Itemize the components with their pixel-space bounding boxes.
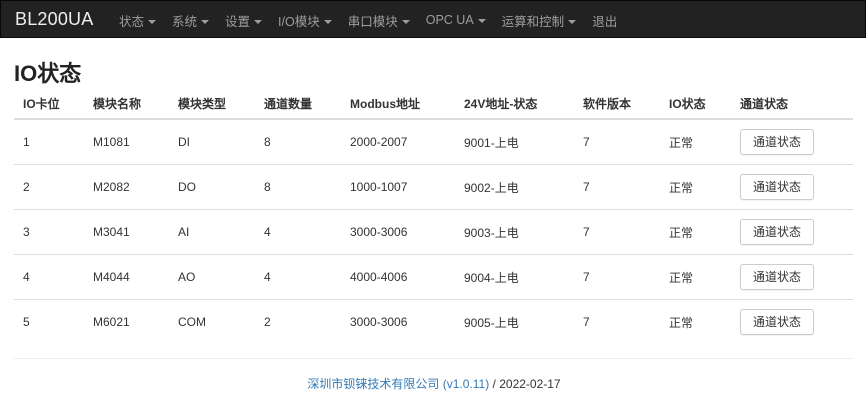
nav-item-5[interactable]: OPC UA — [426, 13, 486, 27]
io-status-table: IO卡位 模块名称 模块类型 通道数量 Modbus地址 24V地址-状态 软件版本 IO状态… — [14, 88, 853, 344]
footer-version: (v1.0.11) — [442, 377, 490, 391]
cell-io-status: 正常 — [660, 118, 731, 165]
cell-name: M2082 — [84, 164, 169, 210]
cell-slot: 1 — [14, 118, 84, 165]
column-header: 软件版本 — [574, 88, 660, 120]
caret-down-icon — [568, 20, 577, 25]
cell-name: M4044 — [84, 254, 169, 300]
column-header: IO卡位 — [14, 88, 84, 120]
cell-channels: 8 — [255, 118, 341, 165]
cell-type: AO — [169, 254, 255, 300]
cell-power: 9002-上电 — [455, 164, 574, 210]
footer-date: 2022-02-17 — [499, 377, 561, 391]
cell-power: 9003-上电 — [455, 209, 574, 255]
channel-status-button[interactable]: 通道状态 — [740, 129, 815, 155]
table-row: 4 M4044 AO 4 4000-4006 9004-上电 7 正常 通道状态 — [14, 254, 853, 300]
cell-io-status: 正常 — [660, 299, 731, 344]
column-header: Modbus地址 — [341, 88, 455, 120]
cell-io-status: 正常 — [660, 209, 731, 255]
cell-version: 7 — [574, 209, 660, 255]
caret-down-icon — [323, 20, 332, 25]
cell-channels: 4 — [255, 209, 341, 255]
cell-slot: 5 — [14, 299, 84, 344]
nav-item-label: 退出 — [592, 14, 618, 29]
channel-status-button[interactable]: 通道状态 — [740, 174, 815, 200]
cell-action: 通道状态 — [731, 299, 853, 344]
nav-item-4[interactable]: 串口模块 — [348, 11, 410, 30]
column-header: 模块名称 — [84, 88, 169, 120]
cell-action: 通道状态 — [731, 164, 853, 210]
cell-type: AI — [169, 209, 255, 255]
nav-item-3[interactable]: I/O模块 — [278, 11, 332, 30]
caret-down-icon — [477, 18, 486, 23]
cell-io-status: 正常 — [660, 164, 731, 210]
cell-version: 7 — [574, 299, 660, 344]
footer-company-link[interactable]: 深圳市钡铼技术有限公司 (v1.0.11) — [307, 377, 492, 391]
cell-version: 7 — [574, 164, 660, 210]
nav-item-label: 串口模块 — [347, 14, 398, 29]
column-header: 24V地址-状态 — [455, 88, 574, 120]
table-row: 3 M3041 AI 4 3000-3006 9003-上电 7 正常 通道状态 — [14, 209, 853, 255]
nav-item-label: OPC UA — [425, 13, 474, 27]
cell-modbus: 3000-3006 — [341, 209, 455, 255]
cell-power: 9001-上电 — [455, 118, 574, 165]
cell-action: 通道状态 — [731, 118, 853, 165]
column-header: 通道数量 — [255, 88, 341, 120]
channel-status-button[interactable]: 通道状态 — [740, 219, 815, 245]
footer: 深圳市钡铼技术有限公司 (v1.0.11) / 2022-02-17 — [0, 375, 868, 392]
table-row: 1 M1081 DI 8 2000-2007 9001-上电 7 正常 通道状态 — [14, 118, 853, 165]
cell-version: 7 — [574, 254, 660, 300]
nav-item-label: 运算和控制 — [501, 14, 565, 29]
cell-action: 通道状态 — [731, 254, 853, 300]
cell-slot: 2 — [14, 164, 84, 210]
cell-type: DO — [169, 164, 255, 210]
footer-divider — [14, 358, 853, 359]
nav-item-label: 设置 — [225, 14, 251, 29]
cell-name: M6021 — [84, 299, 169, 344]
cell-modbus: 1000-1007 — [341, 164, 455, 210]
caret-down-icon — [254, 20, 263, 25]
nav-item-1[interactable]: 系统 — [172, 11, 210, 30]
caret-down-icon — [201, 20, 210, 25]
column-header: 模块类型 — [169, 88, 255, 120]
top-navbar: BL200UA 状态 系统 设置 I/O模块 串口模块 OPC UA 运算和控制 退出 — [0, 0, 866, 38]
cell-channels: 4 — [255, 254, 341, 300]
footer-company: 深圳市钡铼技术有限公司 — [307, 377, 440, 391]
nav-menu: 状态 系统 设置 I/O模块 串口模块 OPC UA 运算和控制 退出 — [119, 1, 633, 39]
cell-io-status: 正常 — [660, 254, 731, 300]
nav-item-label: I/O模块 — [278, 14, 320, 29]
nav-item-2[interactable]: 设置 — [225, 11, 263, 30]
caret-down-icon — [148, 20, 157, 25]
cell-name: M3041 — [84, 209, 169, 255]
table-row: 2 M2082 DO 8 1000-1007 9002-上电 7 正常 通道状态 — [14, 164, 853, 210]
cell-modbus: 3000-3006 — [341, 299, 455, 344]
nav-item-label: 状态 — [119, 14, 145, 29]
channel-status-button[interactable]: 通道状态 — [740, 264, 815, 290]
nav-item-6[interactable]: 运算和控制 — [502, 11, 577, 30]
column-header: IO状态 — [660, 88, 731, 120]
cell-version: 7 — [574, 118, 660, 165]
cell-modbus: 2000-2007 — [341, 118, 455, 165]
cell-channels: 2 — [255, 299, 341, 344]
page-title: IO状态 — [14, 61, 82, 86]
cell-power: 9004-上电 — [455, 254, 574, 300]
nav-item-0[interactable]: 状态 — [119, 11, 157, 30]
cell-slot: 4 — [14, 254, 84, 300]
cell-modbus: 4000-4006 — [341, 254, 455, 300]
cell-slot: 3 — [14, 209, 84, 255]
cell-channels: 8 — [255, 164, 341, 210]
table-header-row: IO卡位 模块名称 模块类型 通道数量 Modbus地址 24V地址-状态 软件版本 IO状态… — [14, 88, 853, 120]
column-header: 通道状态 — [731, 88, 853, 120]
cell-power: 9005-上电 — [455, 299, 574, 344]
table-row: 5 M6021 COM 2 3000-3006 9005-上电 7 正常 通道状态 — [14, 299, 853, 344]
cell-type: DI — [169, 118, 255, 165]
cell-action: 通道状态 — [731, 209, 853, 255]
cell-name: M1081 — [84, 118, 169, 165]
channel-status-button[interactable]: 通道状态 — [740, 309, 815, 335]
cell-type: COM — [169, 299, 255, 344]
brand-logo[interactable]: BL200UA — [15, 9, 93, 30]
nav-item-7[interactable]: 退出 — [592, 11, 617, 30]
caret-down-icon — [401, 20, 410, 25]
nav-item-label: 系统 — [172, 14, 198, 29]
